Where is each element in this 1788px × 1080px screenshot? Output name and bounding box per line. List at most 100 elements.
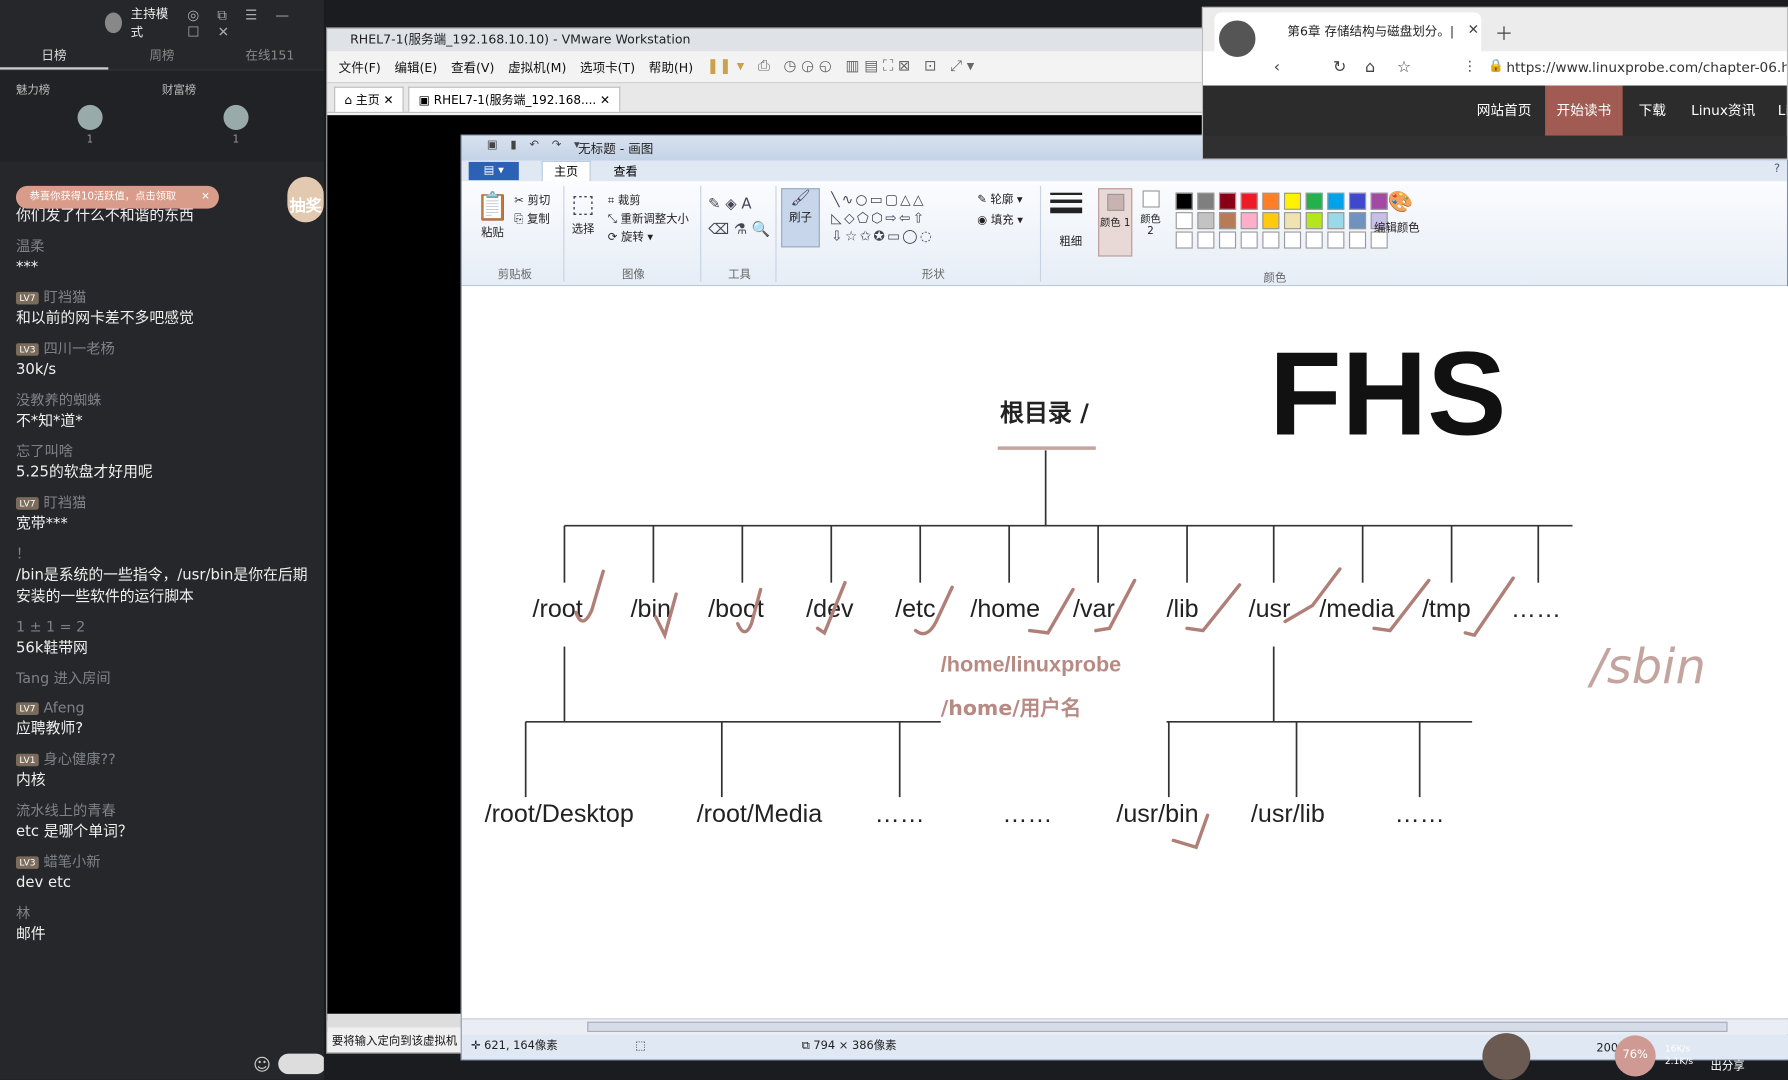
palette-swatch[interactable] (1327, 212, 1345, 230)
size-group[interactable]: 粗细 (1043, 186, 1091, 282)
close-icon[interactable]: ✕ (1468, 22, 1479, 38)
palette-swatch[interactable] (1348, 231, 1367, 249)
menu-file[interactable]: 文件(F) (339, 58, 381, 76)
palette-swatch[interactable] (1262, 231, 1280, 249)
nav-start-reading[interactable]: 开始读书 (1545, 85, 1623, 136)
menu-vm[interactable]: 虚拟机(M) (508, 58, 566, 76)
url-bar[interactable]: https://www.linuxprobe.com/chapter-06.ht… (1506, 59, 1787, 75)
scrollbar-thumb[interactable] (587, 1021, 1728, 1032)
chat-username[interactable]: LV3 四川一老杨 (15, 339, 319, 360)
chat-username[interactable]: 温柔 (16, 236, 319, 257)
scrollbar[interactable] (461, 1018, 1788, 1035)
outline-button[interactable]: ✎ 轮廓 ▾ (977, 190, 1023, 211)
view-mode-icon[interactable]: ▥ ▤ ⛶ ⊠ (845, 58, 910, 75)
palette-swatch[interactable] (1218, 192, 1237, 210)
menu-help[interactable]: 帮助(H) (649, 58, 693, 76)
tab-daily[interactable]: 日榜 (0, 46, 108, 70)
chat-username[interactable]: LV3 蜡笔小新 (15, 852, 319, 873)
palette-swatch[interactable] (1327, 192, 1345, 210)
palette-swatch[interactable] (1283, 192, 1302, 210)
chat-username[interactable]: 林 (16, 903, 319, 924)
paste-button[interactable]: 粘贴 (476, 222, 510, 240)
send-keys-icon[interactable]: ⎙ (758, 58, 770, 75)
file-menu-button[interactable]: ▤ ▾ (468, 161, 519, 181)
palette-swatch[interactable] (1262, 212, 1280, 230)
palette-swatch[interactable] (1283, 231, 1302, 249)
tool-icons[interactable]: ✎ ◈ A ⌫ ⚗ 🔍 (708, 193, 770, 243)
chat-username[interactable]: LV7 盯裆猫 (15, 493, 319, 514)
palette-swatch[interactable] (1305, 212, 1323, 230)
share-button[interactable]: 出分享 (1710, 1056, 1744, 1073)
palette-swatch[interactable] (1348, 192, 1367, 210)
quick-access-icons[interactable]: ▣ ▮ ↶ ↷ ▾ (487, 139, 584, 152)
pause-icon[interactable]: ❚❚ ▾ (707, 58, 744, 75)
nav-download[interactable]: 下载 (1639, 86, 1666, 136)
chat-username[interactable]: 忘了叫啥 (16, 441, 319, 462)
chat-username[interactable]: 1 ± 1 = 2 (16, 617, 319, 638)
home-icon[interactable]: ⌂ (1365, 58, 1375, 76)
fullscreen-icon[interactable]: ⤢ ▾ (950, 58, 974, 75)
console-icon[interactable]: ⊡ (924, 58, 936, 75)
emoji-icon[interactable]: ☺ (253, 1055, 271, 1076)
palette-swatch[interactable] (1305, 192, 1323, 210)
resize-button[interactable]: ⤡ 重新调整大小 (608, 211, 689, 229)
more-icon[interactable]: ⋮ (1463, 58, 1477, 74)
charm-rank[interactable]: 魅力榜 1 (16, 80, 162, 153)
paste-icon[interactable]: 📋 (476, 190, 510, 222)
palette-swatch[interactable] (1175, 192, 1193, 210)
new-tab-icon[interactable]: ＋ (1495, 18, 1513, 45)
crop-button[interactable]: ⌗ 裁剪 (608, 193, 689, 211)
color2-button[interactable]: 颜色 2 (1137, 190, 1164, 237)
tab-online[interactable]: 在线151 (216, 46, 324, 70)
nav-linux-news[interactable]: Linux资讯 (1691, 86, 1755, 136)
paint-canvas[interactable]: FHS 根目录 / /root /bin /boot /dev /etc /ho… (461, 286, 1788, 1019)
edit-colors-group[interactable]: 🎨 编辑颜色 (1374, 186, 1426, 282)
chat-username[interactable]: LV7 盯裆猫 (15, 287, 319, 308)
copy-button[interactable]: ⎘ 复制 (514, 211, 550, 229)
palette-swatch[interactable] (1240, 212, 1258, 230)
nav-home[interactable]: 网站首页 (1477, 86, 1532, 136)
palette-swatch[interactable] (1305, 231, 1323, 249)
palette-swatch[interactable] (1175, 212, 1193, 230)
palette-swatch[interactable] (1283, 212, 1302, 230)
tab-home[interactable]: ⌂ 主页 ✕ (334, 86, 404, 112)
shape-gallery[interactable]: ╲∿○▭▢△△ ◺◇⬠⬡⇨⇦⇧ ⇩☆✩✪▭◯◌ (831, 190, 934, 245)
palette-swatch[interactable] (1348, 212, 1367, 230)
chat-username[interactable]: ！ (16, 544, 319, 565)
palette-swatch[interactable] (1218, 212, 1237, 230)
tab-vm[interactable]: ▣ RHEL7-1(服务端_192.168.... ✕ (408, 86, 621, 112)
star-icon[interactable]: ☆ (1397, 58, 1411, 76)
scrollbar[interactable] (327, 1013, 462, 1028)
select-button[interactable]: 选择 (571, 219, 595, 236)
palette-swatch[interactable] (1240, 231, 1258, 249)
header-icons[interactable]: ◎ ⧉ ☰ — ☐ ✕ (187, 6, 324, 39)
back-icon[interactable]: ‹ (1274, 58, 1280, 76)
reload-icon[interactable]: ↻ (1333, 58, 1346, 76)
menu-edit[interactable]: 编辑(E) (394, 58, 437, 76)
host-avatar[interactable] (104, 12, 122, 34)
avatar[interactable] (223, 104, 249, 130)
palette-swatch[interactable] (1218, 231, 1237, 249)
snapshot-icon[interactable]: ◷ ◶ ◵ (783, 58, 831, 75)
palette-swatch[interactable] (1197, 231, 1215, 249)
rotate-button[interactable]: ⟳ 旋转 ▾ (608, 229, 689, 247)
nav-more[interactable]: Li (1778, 86, 1787, 136)
cpu-percent-badge[interactable]: 76% (1614, 1035, 1656, 1077)
chat-username[interactable]: Tang 进入房间 (16, 668, 319, 689)
wealth-rank[interactable]: 财富榜 1 (162, 80, 308, 153)
palette-swatch[interactable] (1240, 192, 1258, 210)
palette-swatch[interactable] (1197, 192, 1215, 210)
palette-swatch[interactable] (1175, 231, 1193, 249)
reward-banner[interactable]: 恭喜你获得10活跃值，点击领取 ✕ (15, 185, 219, 209)
tab-home[interactable]: 主页 (541, 160, 591, 182)
send-button[interactable] (278, 1053, 324, 1075)
tab-weekly[interactable]: 周榜 (108, 46, 216, 70)
color1-button[interactable]: 颜色 1 (1098, 188, 1133, 257)
tab-view[interactable]: 查看 (613, 162, 637, 179)
avatar[interactable] (77, 104, 103, 130)
chat-username[interactable]: 没教养的蜘蛛 (16, 390, 319, 411)
lottery-button[interactable]: 抽奖 (287, 176, 324, 223)
palette-swatch[interactable] (1327, 231, 1345, 249)
color-palette[interactable] (1175, 192, 1390, 249)
fill-button[interactable]: ◉ 填充 ▾ (977, 211, 1023, 232)
